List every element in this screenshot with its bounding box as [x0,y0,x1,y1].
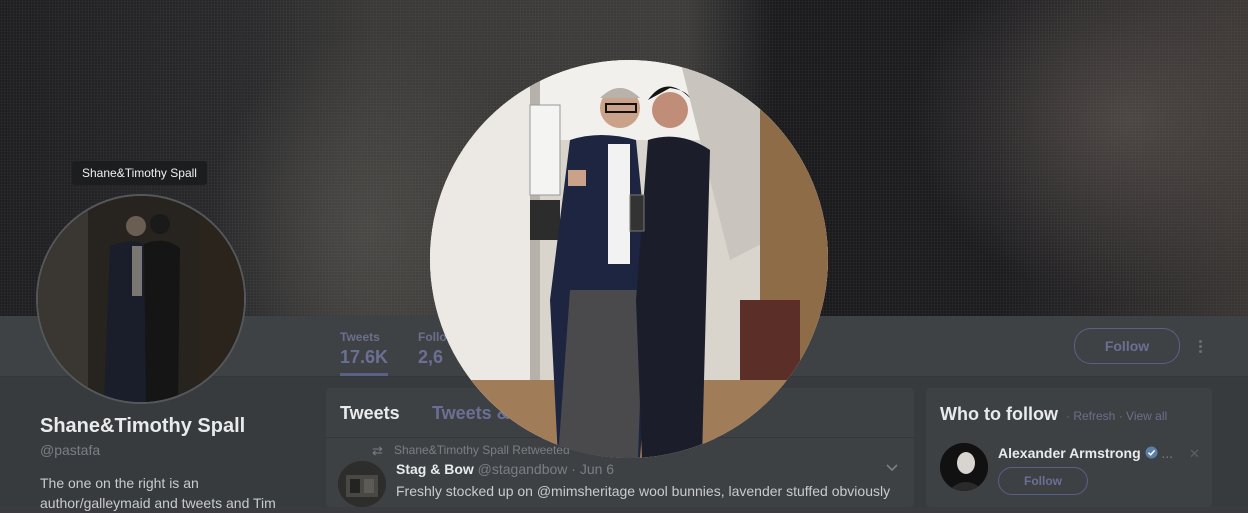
expanded-profile-photo [430,60,828,458]
avatar-tooltip: Shane&Timothy Spall [72,161,207,185]
tweet-header: Stag & Bow @stagandbow · Jun 6 [396,461,614,477]
dismiss-icon[interactable]: ✕ [1189,446,1200,462]
view-all-link[interactable]: · View all [1119,409,1167,423]
stat-label: Tweets [340,330,380,344]
tab-tweets[interactable]: Tweets [340,403,400,424]
suggestion-name-row: Alexander Armstrong ... [998,445,1173,461]
stat-label: Follo [418,330,447,344]
stat-value: 2,6 [418,347,444,367]
tweet-timestamp[interactable]: · Jun 6 [571,461,614,477]
tweet-author-avatar[interactable] [338,461,386,507]
suggestion-name[interactable]: Alexander Armstrong [998,445,1141,461]
tweet-author-handle[interactable]: @stagandbow [478,461,568,477]
who-to-follow-title: Who to follow [940,404,1058,424]
stat-value: 17.6K [340,347,389,367]
suggestion-follow-button[interactable]: Follow [998,467,1088,495]
chevron-down-icon[interactable] [886,461,898,473]
profile-handle[interactable]: @pastafa [40,442,100,458]
suggestion-avatar[interactable] [940,443,988,491]
verified-badge-icon [1145,446,1158,459]
retweet-icon: ⇄ [372,443,383,458]
profile-avatar[interactable] [36,194,246,404]
retweet-context[interactable]: Shane&Timothy Spall Retweeted [394,443,570,457]
more-options-icon[interactable] [1196,338,1204,356]
profile-name[interactable]: Shane&Timothy Spall [40,415,245,438]
following-stat[interactable]: Follo 2,6 [418,330,447,368]
profile-bio: The one on the right is an author/galley… [40,475,276,511]
who-to-follow-links: · Refresh · View all [1066,409,1167,423]
refresh-link[interactable]: · Refresh [1066,409,1115,423]
suggestion-ellipsis: ... [1161,445,1174,461]
tweet-text: Freshly stocked up on @mimsheritage wool… [396,483,891,499]
who-to-follow-panel: Who to follow · Refresh · View all Alexa… [926,388,1212,507]
tweet-author-name[interactable]: Stag & Bow [396,461,474,477]
follow-button[interactable]: Follow [1074,328,1180,364]
tweets-stat[interactable]: Tweets 17.6K [340,330,389,376]
